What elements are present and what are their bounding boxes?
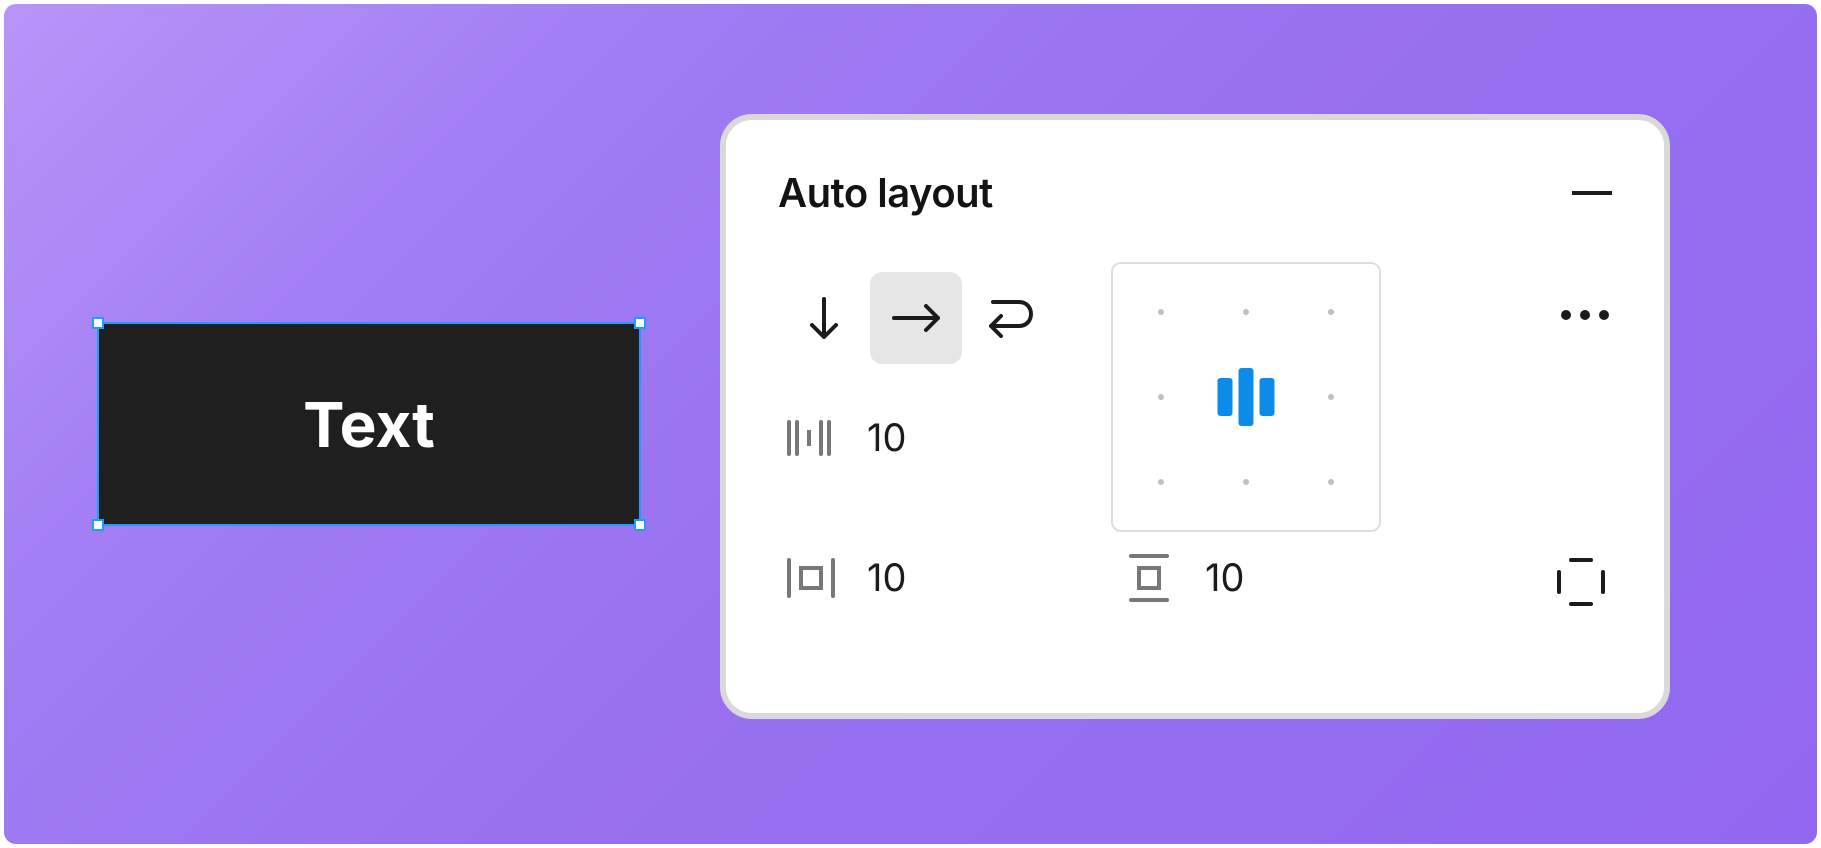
direction-vertical-button[interactable]: [778, 272, 870, 364]
gap-value[interactable]: 10: [867, 415, 906, 461]
align-center-icon[interactable]: [1218, 368, 1275, 426]
collapse-panel-button[interactable]: [1572, 191, 1612, 195]
resize-handle-bl[interactable]: [92, 519, 104, 531]
stage: Text Auto layout: [0, 0, 1821, 848]
align-dot-tr[interactable]: [1328, 309, 1334, 315]
horizontal-padding-field[interactable]: 10: [783, 550, 906, 606]
resize-handle-br[interactable]: [634, 519, 646, 531]
vertical-padding-value[interactable]: 10: [1205, 555, 1244, 601]
align-dot-br[interactable]: [1328, 479, 1334, 485]
align-dot-mr[interactable]: [1328, 394, 1334, 400]
horizontal-padding-icon: [783, 550, 839, 606]
auto-layout-panel: Auto layout: [720, 114, 1670, 719]
gap-icon: [783, 410, 839, 466]
direction-toggle: [778, 272, 1054, 364]
arrow-right-icon: [892, 301, 940, 335]
text-layer[interactable]: Text: [99, 324, 639, 524]
individual-padding-icon: [1553, 554, 1609, 610]
vertical-padding-field[interactable]: 10: [1121, 550, 1244, 606]
vertical-padding-icon: [1121, 550, 1177, 606]
alignment-grid[interactable]: [1111, 262, 1381, 532]
wrap-icon: [983, 298, 1033, 338]
horizontal-padding-value[interactable]: 10: [867, 555, 906, 601]
more-options-button[interactable]: [1561, 310, 1609, 320]
align-dot-tc[interactable]: [1243, 309, 1249, 315]
align-dot-tl[interactable]: [1158, 309, 1164, 315]
more-horizontal-icon: [1561, 310, 1609, 320]
align-dot-bc[interactable]: [1243, 479, 1249, 485]
align-dot-ml[interactable]: [1158, 394, 1164, 400]
canvas[interactable]: Text Auto layout: [4, 4, 1817, 844]
resize-handle-tl[interactable]: [92, 317, 104, 329]
gap-field[interactable]: 10: [783, 410, 906, 466]
panel-title: Auto layout: [778, 168, 993, 217]
align-dot-bl[interactable]: [1158, 479, 1164, 485]
resize-handle-tr[interactable]: [634, 317, 646, 329]
direction-wrap-button[interactable]: [962, 272, 1054, 364]
direction-horizontal-button[interactable]: [870, 272, 962, 364]
individual-padding-button[interactable]: [1553, 554, 1609, 610]
arrow-down-icon: [807, 297, 841, 339]
selected-frame[interactable]: Text: [99, 324, 639, 524]
text-layer-label: Text: [303, 387, 435, 462]
panel-header: Auto layout: [778, 168, 1612, 217]
